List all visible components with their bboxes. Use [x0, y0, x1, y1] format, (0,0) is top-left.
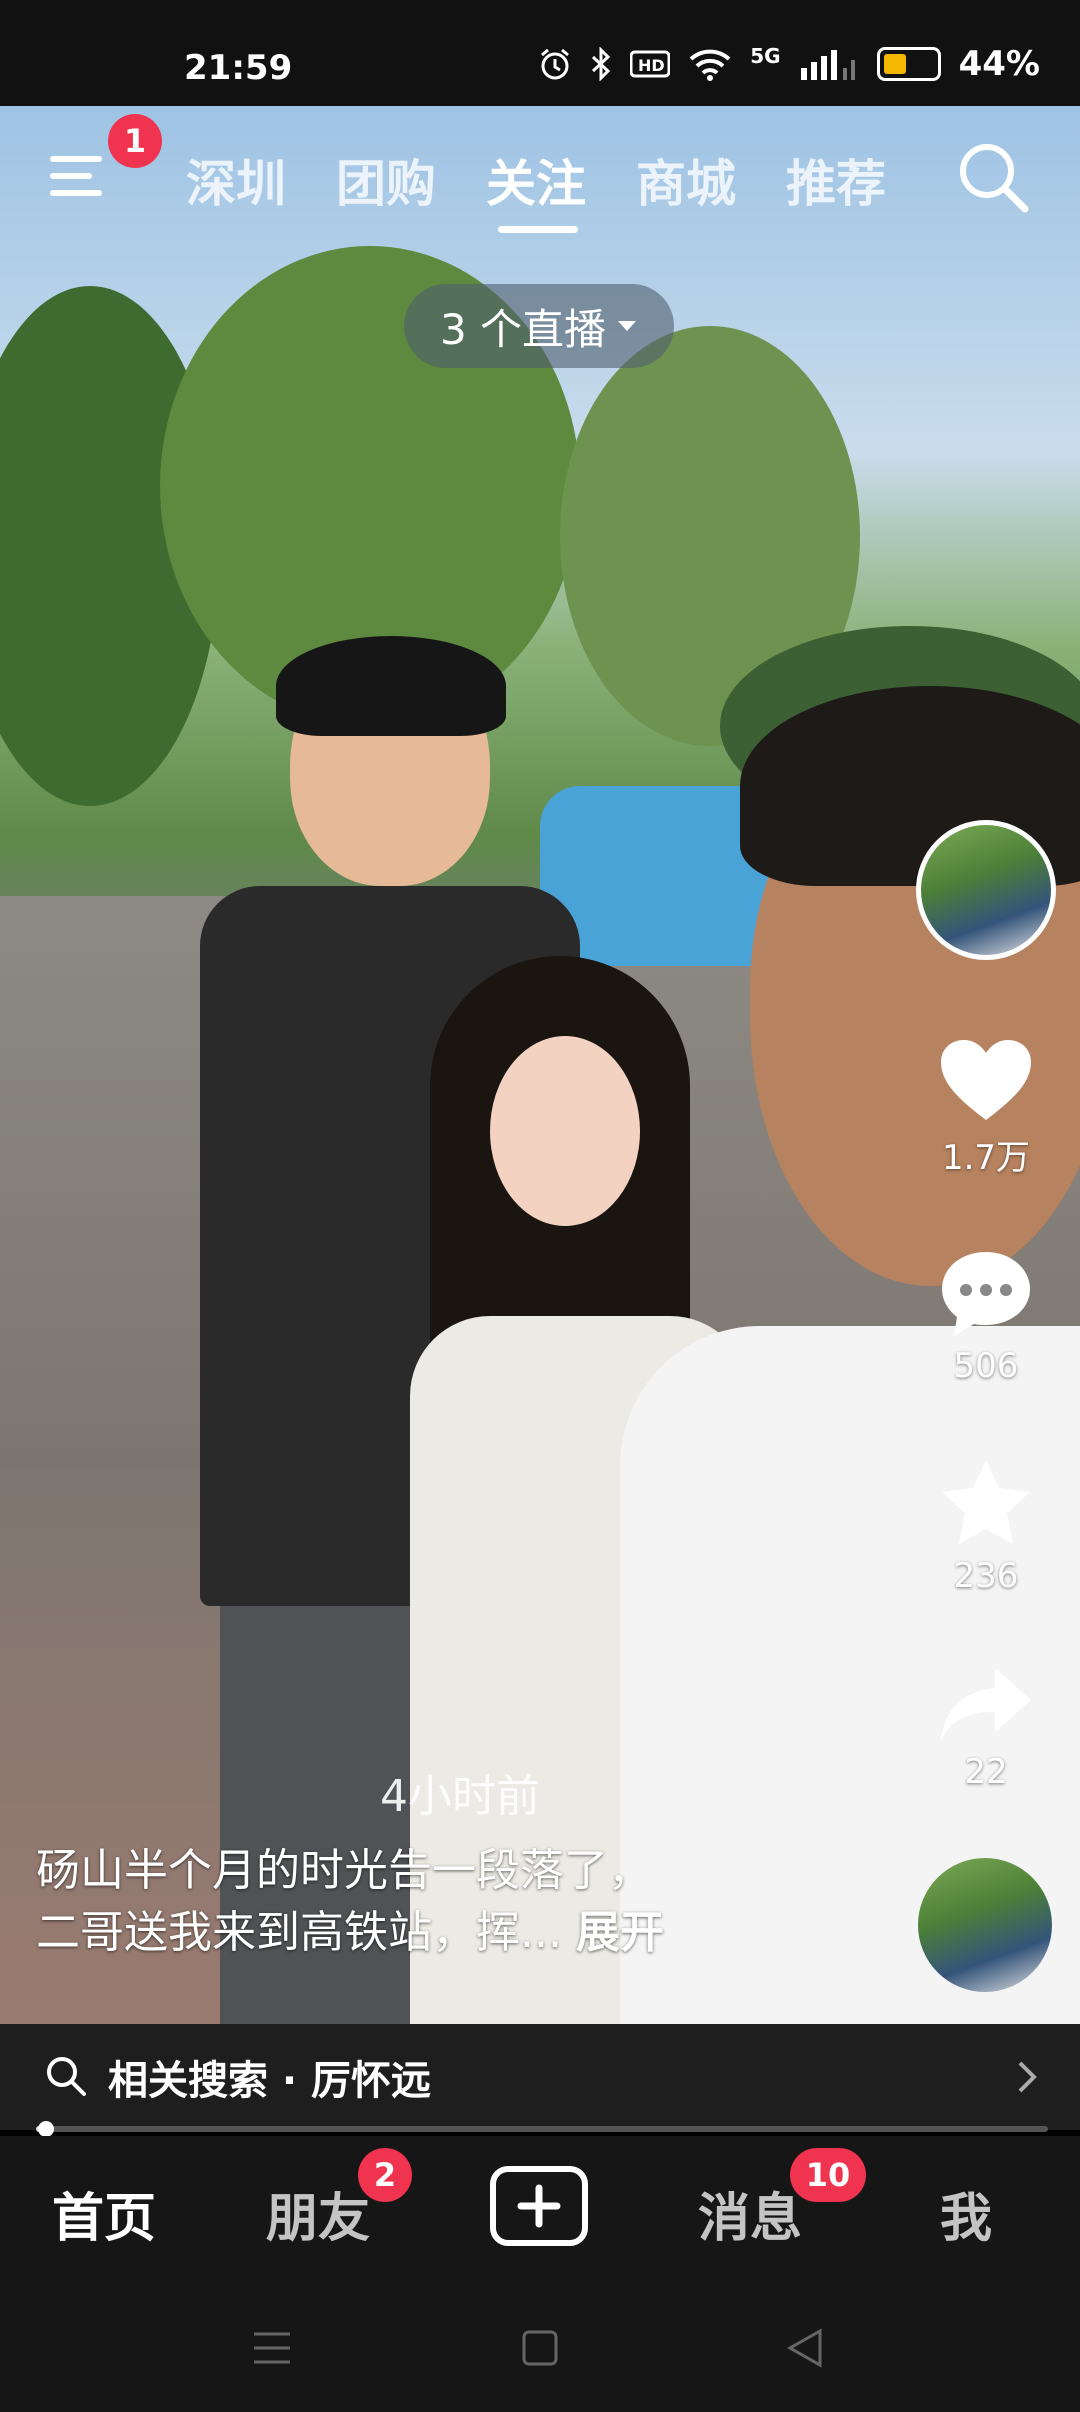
comment-icon	[942, 1252, 1030, 1336]
status-icons: HD 5G 44%	[538, 44, 1040, 84]
tab-mall[interactable]: 商城	[636, 144, 736, 216]
nav-friends[interactable]: 朋友	[266, 2176, 370, 2251]
create-button[interactable]	[490, 2166, 588, 2246]
battery-level	[883, 54, 906, 74]
star-icon	[942, 1460, 1030, 1544]
plus-icon	[517, 2184, 561, 2228]
comment-count: 506	[953, 1346, 1019, 1386]
search-button[interactable]	[954, 138, 1032, 216]
svg-text:HD: HD	[638, 56, 665, 75]
music-disc[interactable]	[918, 1858, 1052, 1992]
expand-button[interactable]: 展开	[576, 1907, 664, 1958]
post-caption[interactable]: 砀山半个月的时光告一段落了， 二哥送我来到高铁站，挥... 展开	[36, 1840, 896, 1964]
live-count-pill[interactable]: 3 个直播	[404, 284, 674, 368]
post-time: 4小时前	[380, 1771, 540, 1822]
heart-icon	[941, 1040, 1031, 1120]
search-icon	[47, 2057, 86, 2096]
bottom-nav: 首页 朋友 2 消息 10 我	[0, 2136, 1080, 2284]
author-avatar[interactable]	[916, 820, 1056, 960]
like-count: 1.7万	[941, 1138, 1031, 1178]
related-search-label: 相关搜索 · 厉怀远	[108, 2058, 432, 2104]
tab-recommend[interactable]: 推荐	[786, 144, 886, 216]
nav-me[interactable]: 我	[940, 2176, 992, 2251]
post-meta: 4小时前	[40, 1760, 540, 1824]
favorite-count: 236	[953, 1556, 1019, 1596]
search-icon	[960, 144, 1029, 213]
caret-down-icon	[618, 321, 637, 331]
battery-icon	[876, 47, 941, 81]
comment-button[interactable]: 506	[916, 1248, 1056, 1386]
system-nav-bar	[0, 2284, 1080, 2412]
caption-line-2-text: 二哥送我来到高铁站，挥...	[36, 1907, 562, 1958]
back-icon[interactable]	[786, 2328, 824, 2368]
status-bar: 21:59 HD 5G 44%	[0, 0, 1080, 106]
wifi-icon	[689, 49, 731, 81]
nav-home[interactable]: 首页	[52, 2176, 156, 2251]
share-button[interactable]: 22	[916, 1664, 1056, 1792]
friends-badge: 2	[358, 2148, 412, 2202]
home-icon[interactable]	[521, 2329, 559, 2367]
active-tab-indicator	[498, 226, 578, 233]
related-search-bar[interactable]: 相关搜索 · 厉怀远	[0, 2024, 1080, 2130]
signal-icon	[800, 50, 855, 80]
menu-button[interactable]: 1	[48, 114, 162, 206]
menu-icon	[50, 156, 102, 196]
video-progress-bar[interactable]	[36, 2121, 1048, 2137]
caption-line-1: 砀山半个月的时光告一段落了，	[36, 1845, 652, 1896]
tab-following[interactable]: 关注	[486, 144, 586, 216]
share-count: 22	[964, 1752, 1008, 1792]
status-time: 21:59	[184, 48, 293, 88]
network-label: 5G	[750, 44, 781, 68]
battery-percent: 44%	[958, 44, 1040, 84]
chevron-right-icon	[1018, 2061, 1037, 2093]
alarm-icon	[541, 48, 570, 80]
bluetooth-icon	[592, 47, 611, 81]
favorite-button[interactable]: 236	[916, 1456, 1056, 1596]
messages-badge: 10	[790, 2148, 866, 2202]
like-button[interactable]: 1.7万	[916, 1036, 1056, 1179]
tab-shenzhen[interactable]: 深圳	[186, 144, 286, 216]
menu-badge: 1	[108, 114, 162, 168]
top-tab-bar: 1 深圳 团购 关注 商城 推荐	[0, 106, 1080, 246]
hd-icon: HD	[630, 50, 671, 78]
recents-icon[interactable]	[252, 2330, 292, 2366]
live-count-label: 3 个直播	[439, 304, 607, 354]
caption-line-2: 二哥送我来到高铁站，挥... 展开	[36, 1902, 896, 1964]
nav-messages[interactable]: 消息	[698, 2176, 802, 2251]
tab-tuangou[interactable]: 团购	[336, 144, 436, 216]
progress-knob[interactable]	[38, 2121, 54, 2137]
share-icon	[941, 1668, 1031, 1740]
